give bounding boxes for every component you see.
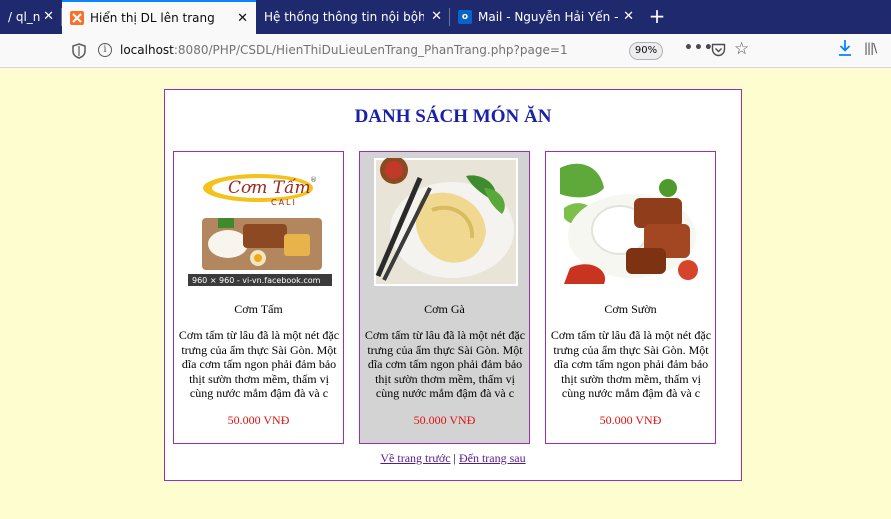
bookmark-star-icon[interactable]: ☆ bbox=[734, 39, 749, 59]
site-info-icon[interactable]: i bbox=[98, 43, 112, 57]
tab-he-thong[interactable]: Hệ thống thông tin nội bộhệ thống ✕ bbox=[256, 0, 450, 34]
next-page-link[interactable]: Đến trang sau bbox=[459, 451, 526, 465]
dish-price: 50.000 VNĐ bbox=[599, 413, 662, 427]
dish-image bbox=[560, 158, 704, 286]
dish-description: Cơm tấm từ lâu đã là một nét đặc trưng c… bbox=[364, 328, 526, 401]
dish-image bbox=[374, 158, 518, 286]
xampp-favicon-icon bbox=[70, 11, 84, 25]
url-text[interactable]: localhost:8080/PHP/CSDL/HienThiDuLieuLen… bbox=[120, 43, 568, 57]
tab-title: / ql_n bbox=[8, 10, 41, 24]
tab-title: Hệ thống thông tin nội bộhệ thống bbox=[264, 10, 424, 24]
tab-title: Mail - Nguyễn Hải Yến - Outlo bbox=[478, 10, 618, 24]
logo-subtext: CALI bbox=[271, 198, 297, 207]
tab-bar: / ql_n ✕ Hiển thị DL lên trang ✕ Hệ thốn… bbox=[0, 0, 891, 34]
dish-description: Cơm tấm từ lâu đã là một nét đặc trưng c… bbox=[178, 328, 340, 401]
dish-image: Cơm Tấm ® CALI 960 × 960 - vi-vn.faceboo… bbox=[188, 158, 332, 286]
previous-page-link[interactable]: Về trang trước bbox=[380, 451, 450, 465]
close-tab-icon[interactable]: ✕ bbox=[43, 9, 54, 24]
url-host: localhost bbox=[120, 43, 174, 57]
page-actions-menu-icon[interactable]: ••• bbox=[684, 40, 714, 56]
dish-description: Cơm tấm từ lâu đã là một nét đặc trưng c… bbox=[550, 328, 712, 401]
zoom-level-badge[interactable]: 90% bbox=[629, 42, 663, 60]
library-icon[interactable]: |||\ bbox=[864, 41, 877, 55]
logo-text: Cơm Tấm bbox=[228, 178, 311, 198]
pocket-icon[interactable] bbox=[711, 43, 726, 57]
url-path: :8080/PHP/CSDL/HienThiDuLieuLenTrang_Pha… bbox=[173, 43, 568, 57]
close-tab-icon[interactable]: ✕ bbox=[623, 9, 634, 24]
dish-name: Cơm Gà bbox=[424, 302, 465, 316]
svg-text:®: ® bbox=[310, 176, 317, 184]
dish-list-panel: DANH SÁCH MÓN ĂN Cơm Tấm ® CALI 960 × 96… bbox=[164, 89, 742, 481]
dish-card: Cơm Gà Cơm tấm từ lâu đã là một nét đặc … bbox=[359, 151, 530, 444]
outlook-favicon-icon: o bbox=[458, 10, 472, 24]
dish-card: Cơm Tấm ® CALI 960 × 960 - vi-vn.faceboo… bbox=[173, 151, 344, 444]
tab-hien-thi-dl[interactable]: Hiển thị DL lên trang ✕ bbox=[62, 0, 256, 34]
image-watermark: 960 × 960 - vi-vn.facebook.com bbox=[192, 276, 321, 285]
page-title: DANH SÁCH MÓN ĂN bbox=[354, 106, 552, 127]
download-icon[interactable] bbox=[838, 39, 852, 57]
dish-price: 50.000 VNĐ bbox=[413, 413, 476, 427]
close-tab-icon[interactable]: ✕ bbox=[431, 9, 442, 24]
url-bar[interactable]: i localhost:8080/PHP/CSDL/HienThiDuLieuL… bbox=[64, 38, 764, 64]
close-tab-icon[interactable]: ✕ bbox=[237, 11, 248, 26]
new-tab-button[interactable]: + bbox=[645, 3, 669, 29]
tab-mail-outlook[interactable]: o Mail - Nguyễn Hải Yến - Outlo ✕ bbox=[450, 0, 642, 34]
pagination-separator: | bbox=[450, 451, 459, 465]
dish-price: 50.000 VNĐ bbox=[227, 413, 290, 427]
tab-ql[interactable]: / ql_n ✕ bbox=[0, 0, 62, 34]
dish-name: Cơm Sườn bbox=[604, 302, 657, 316]
navigation-bar: i localhost:8080/PHP/CSDL/HienThiDuLieuL… bbox=[0, 34, 891, 68]
tab-title: Hiển thị DL lên trang bbox=[90, 11, 215, 25]
dish-card: Cơm Sườn Cơm tấm từ lâu đã là một nét đặ… bbox=[545, 151, 716, 444]
shield-icon[interactable] bbox=[72, 43, 86, 59]
pagination: Về trang trước | Đến trang sau bbox=[165, 451, 741, 466]
dish-name: Cơm Tấm bbox=[234, 302, 283, 316]
